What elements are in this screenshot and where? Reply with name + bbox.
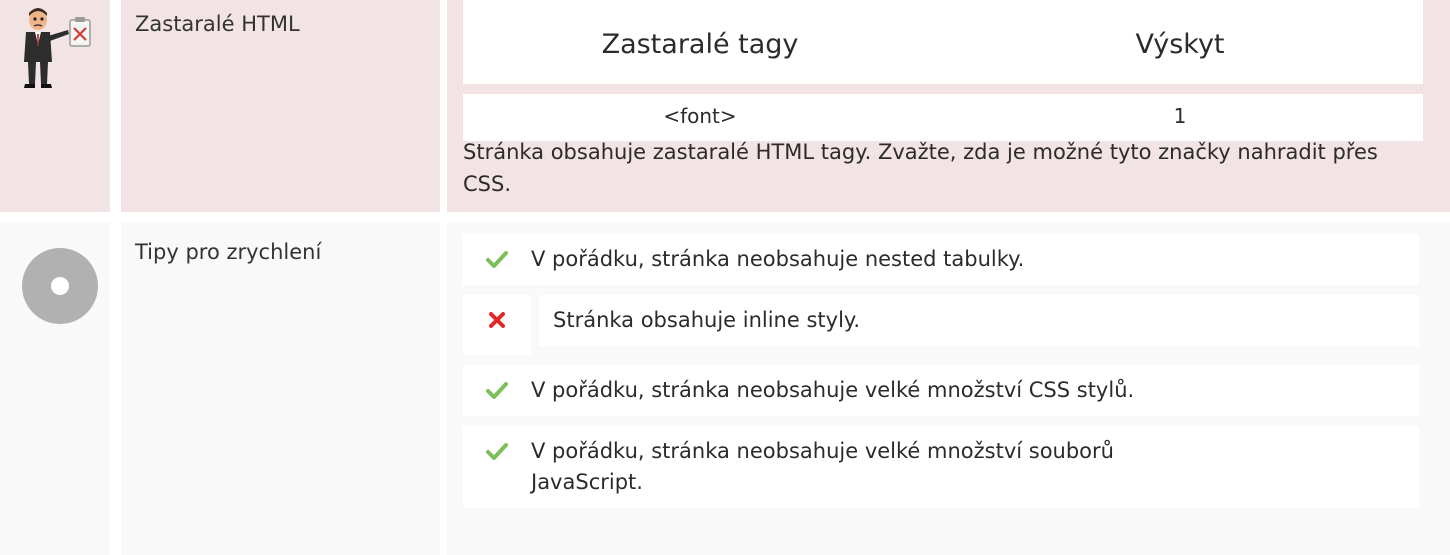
deprecated-body-cell: Zastaralé tagy Výskyt <font> 1 Stránka o… <box>447 0 1450 212</box>
table-header: Zastaralé tagy Výskyt <box>463 0 1423 84</box>
speed-tips-label-cell: Tipy pro zrychlení <box>121 222 440 555</box>
speed-tips-body-cell: V pořádku, stránka neobsahuje nested tab… <box>447 222 1450 555</box>
list-item: V pořádku, stránka neobsahuje nested tab… <box>463 234 1419 285</box>
speed-tips-section: Tipy pro zrychlení V pořádku, stránka ne… <box>0 222 1450 555</box>
gray-circle-icon <box>22 248 98 324</box>
header-occurrence: Výskyt <box>1135 28 1225 60</box>
tip-text: V pořádku, stránka neobsahuje velké množ… <box>531 378 1135 402</box>
tip-text: Stránka obsahuje inline styly. <box>539 295 1419 346</box>
occurrence-count-cell: 1 <box>1173 104 1187 128</box>
check-icon <box>463 426 531 460</box>
tip-text: V pořádku, stránka neobsahuje velké množ… <box>531 439 1114 494</box>
deprecated-icon-cell <box>0 0 110 212</box>
speed-tips-icon-cell <box>0 222 110 555</box>
list-item: V pořádku, stránka neobsahuje velké množ… <box>463 426 1419 508</box>
deprecated-note: Stránka obsahuje zastaralé HTML tagy. Zv… <box>463 140 1378 196</box>
check-icon <box>463 365 531 399</box>
deprecated-label-cell: Zastaralé HTML <box>121 0 440 212</box>
list-item: V pořádku, stránka neobsahuje velké množ… <box>463 365 1419 416</box>
header-deprecated-tags: Zastaralé tagy <box>601 28 799 60</box>
list-item: Stránka obsahuje inline styly. <box>463 295 1419 355</box>
speed-tips-list: V pořádku, stránka neobsahuje nested tab… <box>463 234 1419 518</box>
speed-tips-label: Tipy pro zrychlení <box>135 240 322 264</box>
deprecated-tag-cell: <font> <box>663 104 737 128</box>
cross-icon <box>463 295 531 355</box>
deprecated-tags-table: Zastaralé tagy Výskyt <font> 1 <box>463 0 1423 141</box>
deprecated-html-section: Zastaralé HTML Zastaralé tagy Výskyt <fo… <box>0 0 1450 212</box>
businessman-warning-icon <box>16 4 96 90</box>
table-row: <font> 1 <box>463 94 1423 141</box>
tip-text: V pořádku, stránka neobsahuje nested tab… <box>531 247 1025 271</box>
deprecated-html-label: Zastaralé HTML <box>135 12 300 36</box>
check-icon <box>463 234 531 268</box>
